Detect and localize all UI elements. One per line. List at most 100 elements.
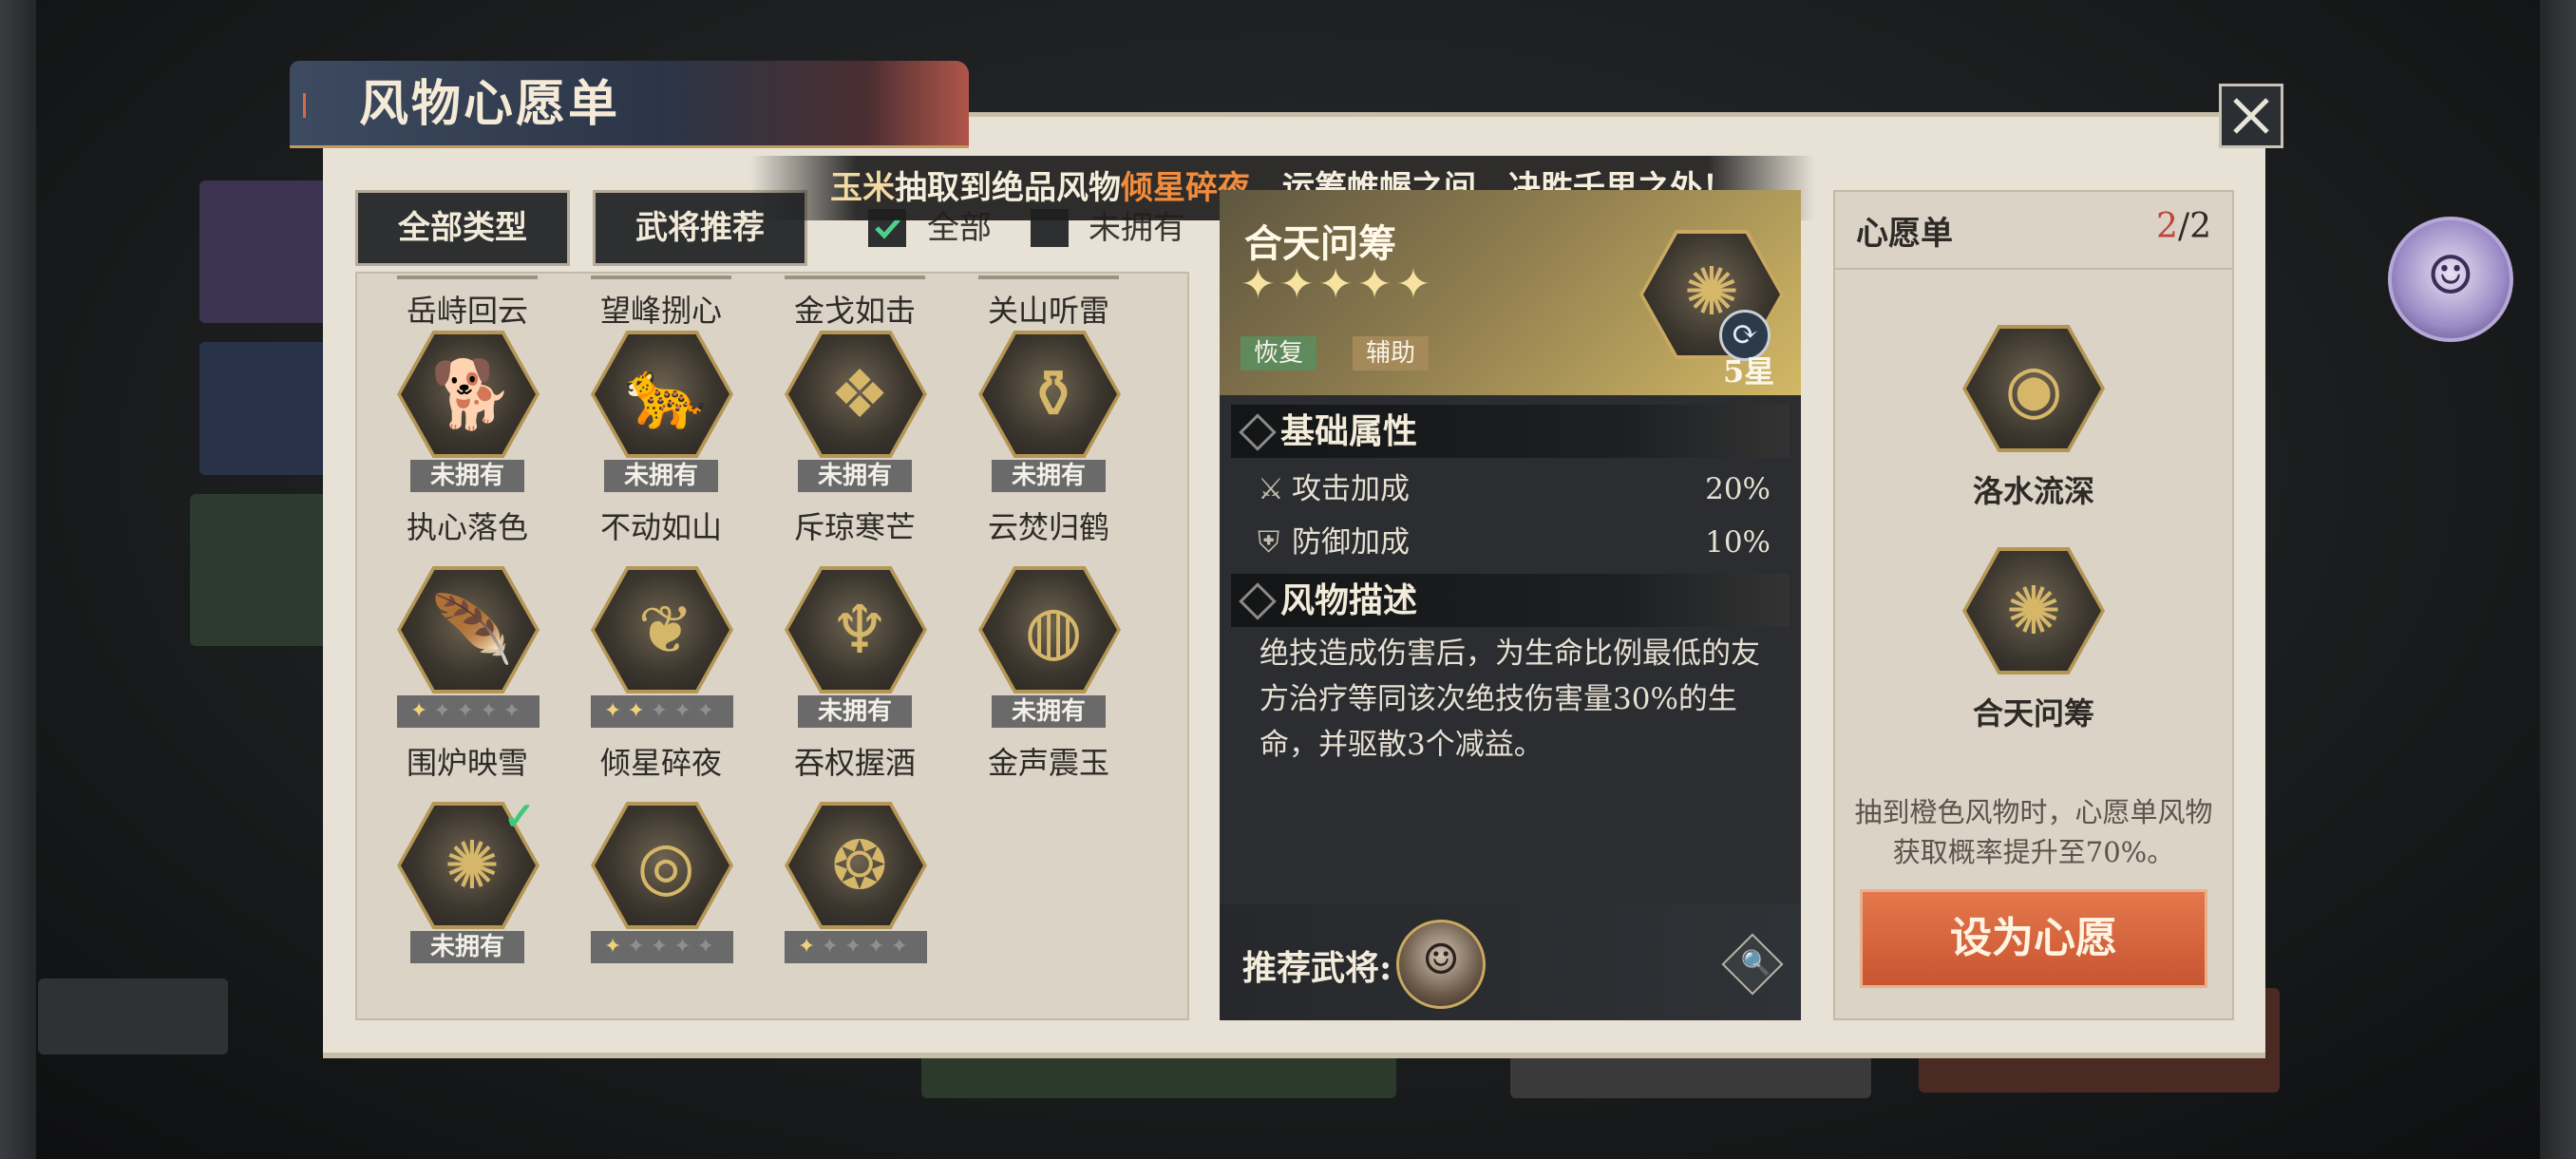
status-badge: 未拥有 bbox=[604, 460, 718, 492]
relic-cell[interactable]: ◍ 未拥有 金声震玉 bbox=[952, 566, 1146, 804]
relic-name: 岳峙回云 bbox=[406, 293, 528, 329]
recommended-general-avatar[interactable]: ☺ bbox=[1396, 920, 1486, 1009]
filter-all-types-button[interactable]: 全部类型 bbox=[355, 190, 570, 266]
status-badge: 未拥有 bbox=[798, 695, 912, 728]
background-button-bottom bbox=[921, 1054, 1396, 1098]
relic-artifact-icon: ❦ bbox=[637, 591, 694, 669]
star-icon: ✦ bbox=[502, 699, 527, 723]
relic-icon-inner: ⚱ bbox=[982, 334, 1117, 454]
swords-icon: ⚔ bbox=[1258, 472, 1284, 506]
relic-cell[interactable]: 🐆 未拥有 不动如山 bbox=[564, 331, 758, 568]
relic-name: 关山听雷 bbox=[987, 293, 1109, 329]
wishlist-count-current: 2 bbox=[2156, 207, 2178, 246]
relic-icon-inner: ❂ bbox=[788, 806, 923, 925]
diamond-icon bbox=[1239, 582, 1277, 620]
relic-cell[interactable]: ❖ 未拥有斥琼寒芒 bbox=[758, 331, 952, 568]
relic-cell[interactable]: ◎ ✦✦✦✦✦ bbox=[564, 802, 758, 1018]
relic-cell[interactable]: ✺ 未拥有 ✓ bbox=[370, 794, 564, 1018]
wishlist-item-frame[interactable]: ✺ bbox=[1962, 547, 2105, 674]
relic-icon-inner: 🐕 bbox=[401, 334, 536, 454]
relic-name: 望峰捌心 bbox=[599, 293, 722, 329]
relic-icon-frame[interactable]: ♆ bbox=[785, 566, 927, 694]
wishlist-title: 心愿单 bbox=[1856, 215, 1953, 253]
relic-cell[interactable]: ❦ ✦✦✦✦✦ 倾星碎夜 bbox=[564, 566, 758, 804]
dialog-title: 风物心愿单 bbox=[359, 75, 621, 133]
close-button[interactable] bbox=[2219, 84, 2283, 148]
section-description: 风物描述 bbox=[1231, 574, 1790, 627]
wishlist-count-total: /2 bbox=[2177, 207, 2211, 246]
relic-cell[interactable]: ❂ ✦✦✦✦✦ bbox=[758, 802, 952, 1018]
detail-star-rating: ✦✦✦✦✦ bbox=[1241, 260, 1435, 309]
star-icon: ✦ bbox=[433, 699, 457, 723]
star-icon: ✦ bbox=[696, 699, 721, 723]
section-base-title: 基础属性 bbox=[1280, 411, 1418, 451]
status-badge: 未拥有 bbox=[410, 931, 524, 963]
background-button-bottom-2 bbox=[1510, 1054, 1871, 1098]
relic-icon-inner: 🐆 bbox=[595, 334, 729, 454]
star-level: ✦✦✦✦✦ bbox=[591, 695, 733, 728]
relic-grid: 岳峙回云 望峰捌心 金戈如击 关山听雷 🐕 未拥有 执心落色 🐆 未拥有 不动如山 ❖ 未拥有 斥琼寒芒… bbox=[355, 272, 1189, 1020]
relic-icon-inner: ♆ bbox=[788, 570, 923, 690]
section-base-attributes: 基础属性 bbox=[1231, 405, 1790, 458]
recommended-general-label: 推荐武将: bbox=[1242, 948, 1392, 988]
star-icon: ✦ bbox=[409, 699, 434, 723]
wishlist-item-name: 合天问筹 bbox=[1972, 695, 2094, 732]
relic-icon-frame[interactable]: 🐕 bbox=[397, 331, 540, 458]
star-icon: ✦ bbox=[603, 699, 628, 723]
relic-icon-frame[interactable]: ❂ bbox=[785, 802, 927, 929]
announcement-text-a: 抽取到绝品风物 bbox=[895, 169, 1121, 207]
screen-edge-left bbox=[0, 0, 36, 1159]
relic-icon-frame[interactable]: ⚱ bbox=[978, 331, 1121, 458]
status-badge: 未拥有 bbox=[992, 695, 1106, 728]
relic-artifact-icon: ❖ bbox=[829, 355, 890, 433]
relic-icon-inner: 🪶 bbox=[401, 570, 536, 690]
attr-defense-label: 防御加成 bbox=[1292, 525, 1410, 560]
relic-icon-frame[interactable]: ❖ bbox=[785, 331, 927, 458]
wishlist-note: 抽到橙色风物时，心愿单风物获取概率提升至70%。 bbox=[1854, 796, 2213, 868]
relic-cell[interactable]: ⚱ 未拥有 云焚归鹤 bbox=[952, 331, 1146, 568]
star-icon: ✦ bbox=[456, 699, 481, 723]
star-icon: ✦ bbox=[843, 935, 868, 959]
relic-icon-frame[interactable]: ❦ bbox=[591, 566, 733, 694]
relic-artifact-icon: ❂ bbox=[831, 826, 888, 904]
relic-icon-frame[interactable]: 🐆 bbox=[591, 331, 733, 458]
screen-edge-right bbox=[2540, 0, 2576, 1159]
scroll-row-divider bbox=[785, 276, 925, 279]
relic-icon-frame[interactable]: ◎ bbox=[591, 802, 733, 929]
player-avatar[interactable]: ☺ bbox=[2388, 217, 2513, 342]
shield-icon: ⛨ bbox=[1258, 525, 1280, 560]
star-icon: ✦ bbox=[650, 699, 674, 723]
search-button[interactable]: 🔍 bbox=[1721, 933, 1784, 996]
wishlist-item-inner: ✺ bbox=[1966, 551, 2101, 671]
star-icon: ✦ bbox=[867, 935, 891, 959]
wishlist-item-inner: ◉ bbox=[1966, 329, 2101, 448]
star-icon: ✦ bbox=[797, 935, 822, 959]
attr-attack-label: 攻击加成 bbox=[1292, 472, 1410, 506]
relic-name: 金戈如击 bbox=[793, 293, 916, 329]
star-icon: ✦ bbox=[890, 935, 915, 959]
relic-icon-inner: ◎ bbox=[595, 806, 729, 925]
wishlist-item-frame[interactable]: ◉ bbox=[1962, 325, 2105, 452]
relic-artifact-icon: ◎ bbox=[636, 826, 695, 904]
wishlist-item-name: 洛水流深 bbox=[1972, 473, 2094, 509]
relic-name: 斥琼寒芒 bbox=[793, 509, 916, 545]
attr-defense: ⛨ 防御加成 10% bbox=[1258, 519, 1771, 566]
status-badge: 未拥有 bbox=[798, 460, 912, 492]
attr-attack-value: 20% bbox=[1705, 472, 1771, 506]
relic-artifact-icon: ✺ bbox=[2005, 572, 2062, 650]
relic-name: 云焚归鹤 bbox=[987, 509, 1109, 545]
recommended-general-bar: 推荐武将: ☺ 🔍 bbox=[1220, 904, 1801, 1020]
relic-cell[interactable]: ♆ 未拥有 吞权握酒 bbox=[758, 566, 952, 804]
relic-icon-frame[interactable]: 🪶 bbox=[397, 566, 540, 694]
relic-artifact-icon: ◉ bbox=[2004, 350, 2063, 428]
relic-icon-frame[interactable]: ◍ bbox=[978, 566, 1121, 694]
scroll-row-divider bbox=[591, 276, 731, 279]
relic-cell[interactable]: 🪶 ✦✦✦✦✦ 围炉映雪 bbox=[370, 566, 564, 804]
star-icon: ✦ bbox=[821, 935, 844, 959]
relic-detail-panel: 合天问筹 ✦✦✦✦✦ 恢复 辅助 ✺ ⟳ 5星 基础属性 ⚔ 攻击加成 20% ⛨… bbox=[1220, 190, 1801, 1020]
relic-cell[interactable]: 🐕 未拥有 执心落色 bbox=[370, 331, 564, 568]
relic-artifact-icon: ◍ bbox=[1024, 591, 1083, 669]
set-as-wish-button[interactable]: 设为心愿 bbox=[1860, 889, 2207, 988]
attr-attack: ⚔ 攻击加成 20% bbox=[1258, 466, 1771, 513]
tag-restore: 恢复 bbox=[1241, 336, 1317, 370]
